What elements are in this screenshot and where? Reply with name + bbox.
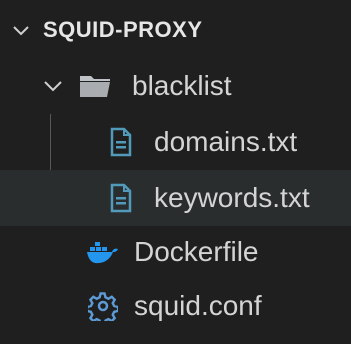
- project-header[interactable]: SQUID-PROXY: [0, 8, 351, 52]
- tree-item-label: keywords.txt: [154, 182, 310, 213]
- project-title: SQUID-PROXY: [43, 17, 203, 42]
- file-explorer: SQUID-PROXY blacklist domains.txt keywor…: [0, 0, 351, 344]
- tree-item-dockerfile[interactable]: Dockerfile: [0, 226, 351, 278]
- tree-item-label: blacklist: [132, 70, 232, 101]
- text-file-icon: [110, 127, 132, 157]
- tree-item-squid-conf[interactable]: squid.conf: [0, 280, 351, 332]
- gear-icon: [88, 291, 118, 321]
- tree-item-label: domains.txt: [154, 126, 298, 157]
- tree-item-keywords-txt[interactable]: keywords.txt: [0, 170, 351, 226]
- text-file-icon: [110, 183, 132, 213]
- tree-item-blacklist[interactable]: blacklist: [0, 60, 351, 112]
- chevron-down-icon: [11, 20, 31, 40]
- tree-item-label: squid.conf: [134, 290, 262, 321]
- docker-icon: [86, 239, 120, 265]
- tree-item-domains-txt[interactable]: domains.txt: [0, 114, 351, 170]
- chevron-down-icon: [42, 75, 64, 97]
- tree-item-label: Dockerfile: [134, 236, 259, 267]
- folder-icon: [78, 73, 112, 99]
